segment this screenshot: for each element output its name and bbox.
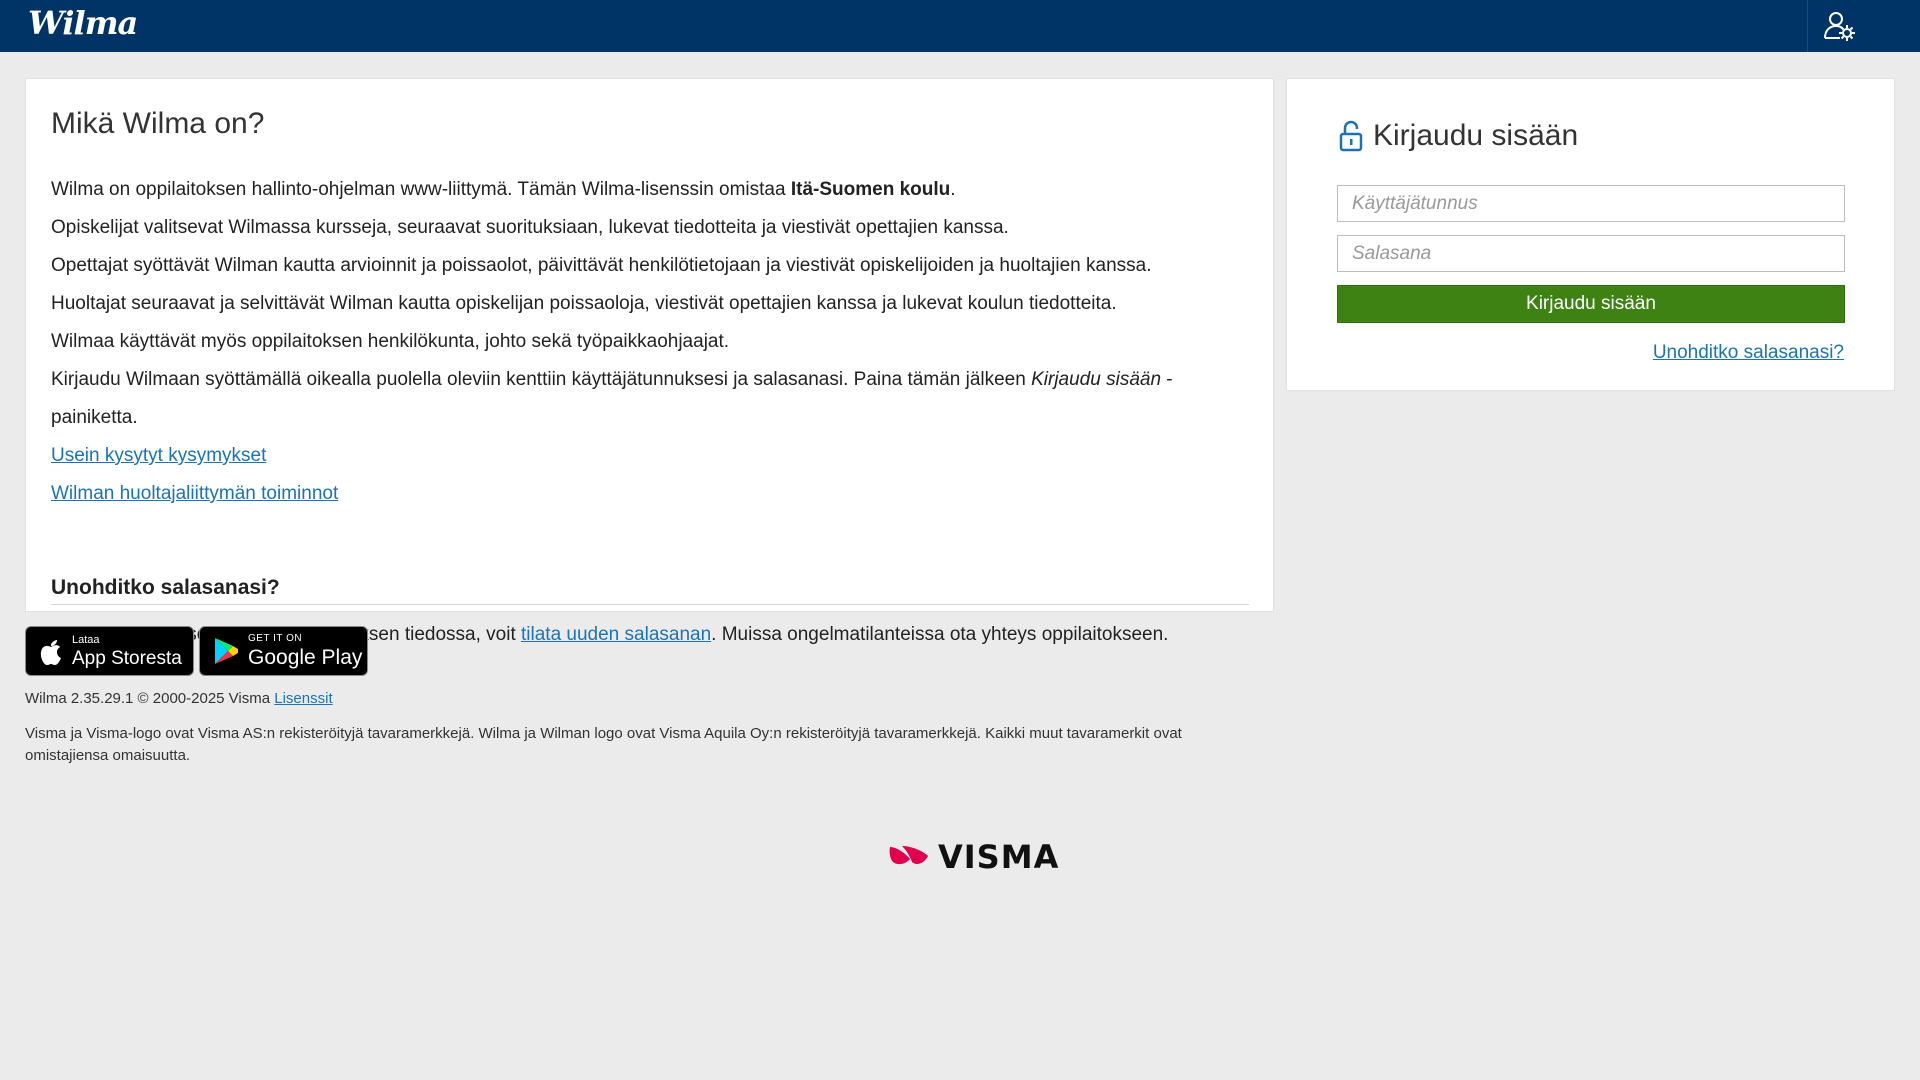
top-bar-divider <box>1807 0 1808 52</box>
app-store-badge[interactable]: Lataa App Storesta <box>25 626 194 676</box>
guardian-link-row: Wilman huoltajaliittymän toiminnot <box>51 475 1251 513</box>
google-play-icon <box>215 638 238 664</box>
instructions-emphasis: Kirjaudu sisään <box>1031 369 1162 390</box>
google-play-big-text: Google Play <box>248 646 363 669</box>
apple-icon <box>40 640 61 665</box>
owner-text: Wilma on oppilaitoksen hallinto-ohjelman… <box>51 179 791 200</box>
school-name: Itä-Suomen koulu <box>790 179 951 200</box>
forgot-password-heading: Unohditko salasanasi? <box>51 576 1249 605</box>
info-paragraph-instructions: Kirjaudu Wilmaan syöttämällä oikealla pu… <box>51 361 1251 437</box>
faq-link-row: Usein kysytyt kysymykset <box>51 437 1251 475</box>
version-line: Wilma 2.35.29.1 © 2000-2025 Visma Lisens… <box>25 690 333 707</box>
google-play-small-text: GET IT ON <box>248 633 303 644</box>
login-header: Kirjaudu sisään <box>1339 119 1578 153</box>
top-bar: Wilma <box>0 0 1920 52</box>
info-paragraph-students: Opiskelijat valitsevat Wilmassa kursseja… <box>51 217 1009 238</box>
unlock-icon <box>1339 120 1363 152</box>
info-title: Mikä Wilma on? <box>51 107 265 140</box>
visma-swoosh-icon <box>889 846 928 865</box>
order-new-password-link[interactable]: tilata uuden salasanan <box>521 624 711 645</box>
user-settings-button[interactable] <box>1822 8 1858 44</box>
instructions-text: Kirjaudu Wilmaan syöttämällä oikealla pu… <box>51 369 1032 390</box>
login-panel: Kirjaudu sisään Kirjaudu sisään Unohditk… <box>1286 78 1895 391</box>
guardian-features-link[interactable]: Wilman huoltajaliittymän toiminnot <box>51 483 338 504</box>
username-input[interactable] <box>1337 185 1845 222</box>
info-paragraph-owner: Wilma on oppilaitoksen hallinto-ohjelman… <box>51 171 1251 209</box>
info-panel: Mikä Wilma on? Wilma on oppilaitoksen ha… <box>25 78 1274 645</box>
user-gear-icon <box>1824 12 1855 41</box>
info-paragraph-teachers: Opettajat syöttävät Wilman kautta arvioi… <box>51 255 1152 276</box>
forgot-password-link[interactable]: Unohditko salasanasi? <box>1653 342 1844 364</box>
app-store-big-text: App Storesta <box>72 647 182 669</box>
app-store-small-text: Lataa <box>72 633 100 646</box>
login-title: Kirjaudu sisään <box>1373 119 1579 152</box>
info-paragraph-staff: Wilmaa käyttävät myös oppilaitoksen henk… <box>51 331 730 352</box>
info-paragraph-guardians: Huoltajat seuraavat ja selvittävät Wilma… <box>51 293 1117 314</box>
password-input[interactable] <box>1337 235 1845 272</box>
google-play-badge[interactable]: GET IT ON Google Play <box>199 626 368 676</box>
faq-link[interactable]: Usein kysytyt kysymykset <box>51 445 266 466</box>
licenses-link[interactable]: Lisenssit <box>274 690 332 707</box>
wilma-logo[interactable]: Wilma <box>28 4 138 42</box>
legal-text: Visma ja Visma-logo ovat Visma AS:n reki… <box>25 725 1182 764</box>
forgot-text-end: . Muissa ongelmatilanteissa ota yhteys o… <box>711 624 1169 645</box>
store-badges: Lataa App Storesta GET IT ON Google Play <box>25 626 368 676</box>
visma-logo: VISMA <box>888 838 1059 876</box>
login-button[interactable]: Kirjaudu sisään <box>1337 285 1845 323</box>
owner-text-end: . <box>950 179 956 200</box>
info-text: Wilma on oppilaitoksen hallinto-ohjelman… <box>51 171 1251 513</box>
version-text: Wilma 2.35.29.1 © 2000-2025 Visma <box>25 690 275 707</box>
visma-wordmark: VISMA <box>938 838 1060 876</box>
